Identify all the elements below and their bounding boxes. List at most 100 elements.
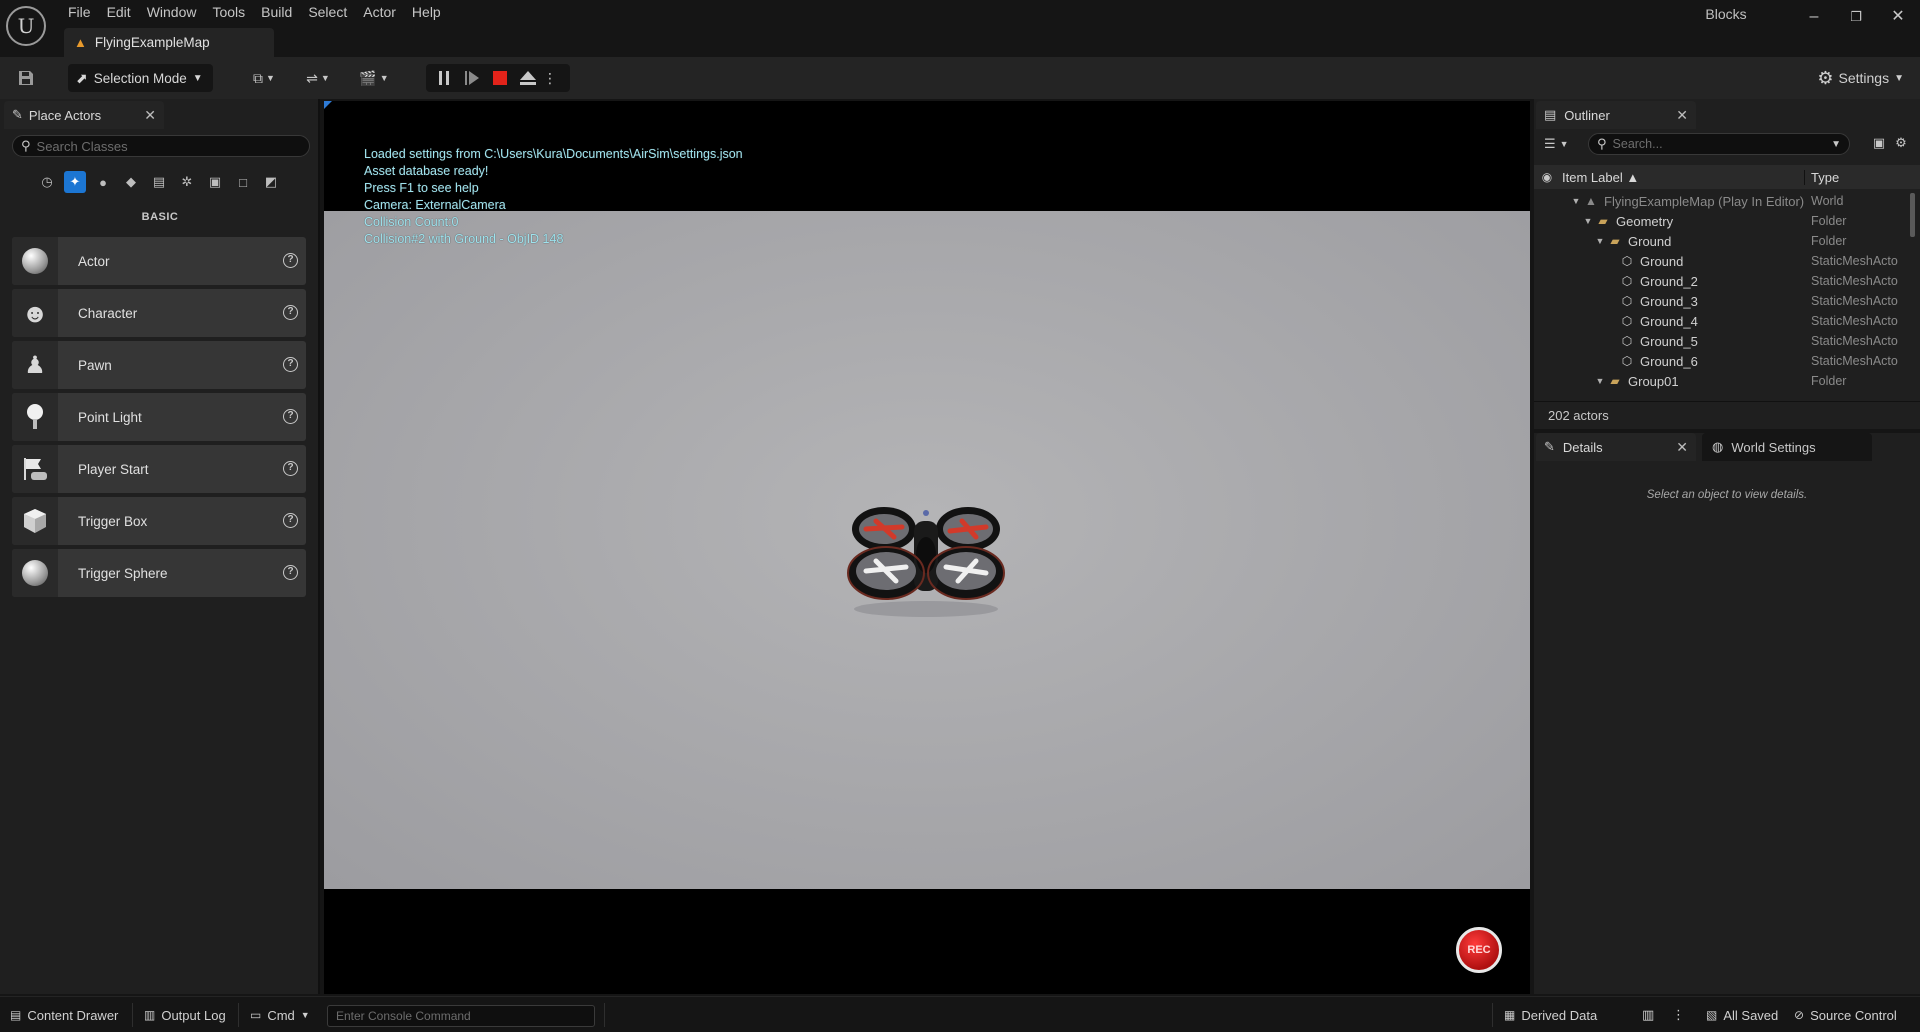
content-drawer-button[interactable]: ▤ Content Drawer <box>10 1005 118 1025</box>
help-icon[interactable]: ? <box>283 461 298 476</box>
close-icon[interactable]: ✕ <box>1676 107 1688 124</box>
expand-arrow-icon[interactable]: ▼ <box>1570 196 1582 206</box>
source-control-button[interactable]: ⊘ Source Control <box>1794 1005 1897 1025</box>
menu-edit[interactable]: Edit <box>99 0 139 24</box>
tree-row[interactable]: ⬡ Ground_3 StaticMeshActo <box>1534 291 1904 311</box>
tree-row[interactable]: ⬡ Ground_2 StaticMeshActo <box>1534 271 1904 291</box>
level-viewport[interactable]: Loaded settings from C:\Users\Kura\Docum… <box>324 101 1530 994</box>
stop-icon[interactable] <box>486 64 514 92</box>
add-folder-icon[interactable]: ▣ <box>1870 135 1888 153</box>
tree-row[interactable]: ⬡ Ground StaticMeshActo <box>1534 251 1904 271</box>
outliner-search-field[interactable]: ⚲ ▼ <box>1588 133 1850 155</box>
cinematics-icon[interactable]: 🎬 ▼ <box>354 64 394 92</box>
minimize-button[interactable]: – <box>1792 0 1836 34</box>
menu-window[interactable]: Window <box>139 0 205 24</box>
tree-row[interactable]: ⬡ Ground_4 StaticMeshActo <box>1534 311 1904 331</box>
recent-icon[interactable]: ◷ <box>36 171 58 193</box>
actor-list-item[interactable]: ☻ Character ? <box>12 289 306 337</box>
actor-list-item[interactable]: Point Light ? <box>12 393 306 441</box>
record-button[interactable]: REC <box>1456 927 1502 973</box>
outliner-scrollbar[interactable] <box>1910 193 1915 237</box>
expand-arrow-icon[interactable]: ▼ <box>1582 216 1594 226</box>
tree-row[interactable]: ⬡ Ground_5 StaticMeshActo <box>1534 331 1904 351</box>
output-log-button[interactable]: ▥ Output Log <box>144 1005 226 1025</box>
world-settings-tab[interactable]: ◍ World Settings <box>1702 433 1872 461</box>
type-column[interactable]: Type <box>1804 169 1839 185</box>
menu-tools[interactable]: Tools <box>204 0 253 24</box>
item-label-column[interactable]: Item Label ▲ <box>1560 170 1804 185</box>
static-mesh-icon: ⬡ <box>1621 334 1633 348</box>
visibility-icon[interactable]: ◉ <box>1534 170 1560 184</box>
visual-effects-icon[interactable]: ✲ <box>176 171 198 193</box>
all-classes-icon[interactable]: □ <box>232 171 254 193</box>
tree-row[interactable]: ▼ ▰ Geometry Folder <box>1534 211 1904 231</box>
add-actor-icon[interactable]: ⧉ ▼ <box>244 64 284 92</box>
more-options-icon[interactable]: ⋮ <box>540 64 560 92</box>
tree-row[interactable]: ⬡ Ground_6 StaticMeshActo <box>1534 351 1904 371</box>
console-command-input[interactable] <box>327 1005 595 1027</box>
close-window-button[interactable]: ✕ <box>1876 0 1920 34</box>
all-saved-button[interactable]: ▧ All Saved <box>1706 1005 1778 1025</box>
level-tab[interactable]: ▲ FlyingExampleMap <box>64 28 274 57</box>
more-options-icon[interactable]: ⋮ <box>1672 1005 1685 1025</box>
outliner-search-input[interactable] <box>1612 137 1823 151</box>
static-mesh-icon: ⬡ <box>1621 354 1633 368</box>
restore-button[interactable]: ❐ <box>1834 0 1878 34</box>
derived-data-button[interactable]: ▦ Derived Data <box>1504 1005 1597 1025</box>
volumes-icon[interactable]: ▣ <box>204 171 226 193</box>
shapes-icon[interactable]: ◆ <box>120 171 142 193</box>
pause-icon[interactable] <box>430 64 458 92</box>
expand-arrow-icon[interactable]: ▼ <box>1594 236 1606 246</box>
tree-row-type: StaticMeshActo <box>1811 254 1898 268</box>
blueprint-icon[interactable]: ⇌ ▼ <box>298 64 338 92</box>
menu-select[interactable]: Select <box>300 0 355 24</box>
actor-list-item[interactable]: Trigger Box ? <box>12 497 306 545</box>
static-mesh-icon: ⬡ <box>1621 294 1633 308</box>
help-icon[interactable]: ? <box>283 305 298 320</box>
details-panel: ✎ Details ✕ ◍ World Settings Select an o… <box>1534 433 1920 994</box>
expand-arrow-icon[interactable]: ▼ <box>1594 376 1606 386</box>
actor-list-item[interactable]: Trigger Sphere ? <box>12 549 306 597</box>
save-icon[interactable] <box>12 64 40 92</box>
close-icon[interactable]: ✕ <box>144 107 156 124</box>
cinematic-icon[interactable]: ▤ <box>148 171 170 193</box>
step-frame-icon[interactable] <box>458 64 486 92</box>
search-classes-field[interactable]: ⚲ <box>12 135 310 157</box>
help-icon[interactable]: ? <box>283 565 298 580</box>
basic-category-icon[interactable]: ✦ <box>64 171 86 193</box>
tree-row[interactable]: ▼ ▰ Ground Folder <box>1534 231 1904 251</box>
filter-icon[interactable]: ☰ ▼ <box>1544 133 1580 155</box>
help-icon[interactable]: ? <box>283 409 298 424</box>
eject-icon[interactable] <box>514 64 542 92</box>
menu-file[interactable]: File <box>60 0 99 24</box>
tree-row[interactable]: ▼ ▲ FlyingExampleMap (Play In Editor) Wo… <box>1534 191 1904 211</box>
actor-item-label: Trigger Box <box>78 513 148 529</box>
actor-list-item[interactable]: ♟ Pawn ? <box>12 341 306 389</box>
place-actors-tab[interactable]: ✎ Place Actors ✕ <box>4 101 164 129</box>
close-icon[interactable]: ✕ <box>1676 439 1688 456</box>
help-icon[interactable]: ? <box>283 357 298 372</box>
details-tab[interactable]: ✎ Details ✕ <box>1536 433 1696 461</box>
search-classes-input[interactable] <box>36 138 287 154</box>
menu-actor[interactable]: Actor <box>355 0 404 24</box>
gear-icon[interactable]: ⚙ <box>1892 135 1910 153</box>
tasks-icon[interactable]: ▥ <box>1642 1005 1654 1025</box>
tree-row[interactable]: ▼ ▰ Group01 Folder <box>1534 371 1904 391</box>
actor-item-label: Trigger Sphere <box>78 565 168 581</box>
menu-build[interactable]: Build <box>253 0 300 24</box>
menu-help[interactable]: Help <box>404 0 449 24</box>
settings-button[interactable]: ⚙ Settings ▼ <box>1817 64 1904 92</box>
outliner-tab[interactable]: ▤ Outliner ✕ <box>1536 101 1696 129</box>
source-control-label: Source Control <box>1810 1007 1897 1023</box>
unreal-logo-icon[interactable]: U <box>6 6 46 46</box>
tree-row-label: Group01 <box>1628 373 1679 389</box>
actor-list-item[interactable]: Actor ? <box>12 237 306 285</box>
actor-list-item[interactable]: Player Start ? <box>12 445 306 493</box>
help-icon[interactable]: ? <box>283 253 298 268</box>
project-name: Blocks <box>1705 6 1747 22</box>
cmd-dropdown[interactable]: ▭ Cmd ▼ <box>250 1005 310 1025</box>
help-icon[interactable]: ? <box>283 513 298 528</box>
lights-icon[interactable]: ● <box>92 171 114 193</box>
selection-mode-dropdown[interactable]: ⬈ Selection Mode ▼ <box>68 64 213 92</box>
geometry-icon[interactable]: ◩ <box>260 171 282 193</box>
